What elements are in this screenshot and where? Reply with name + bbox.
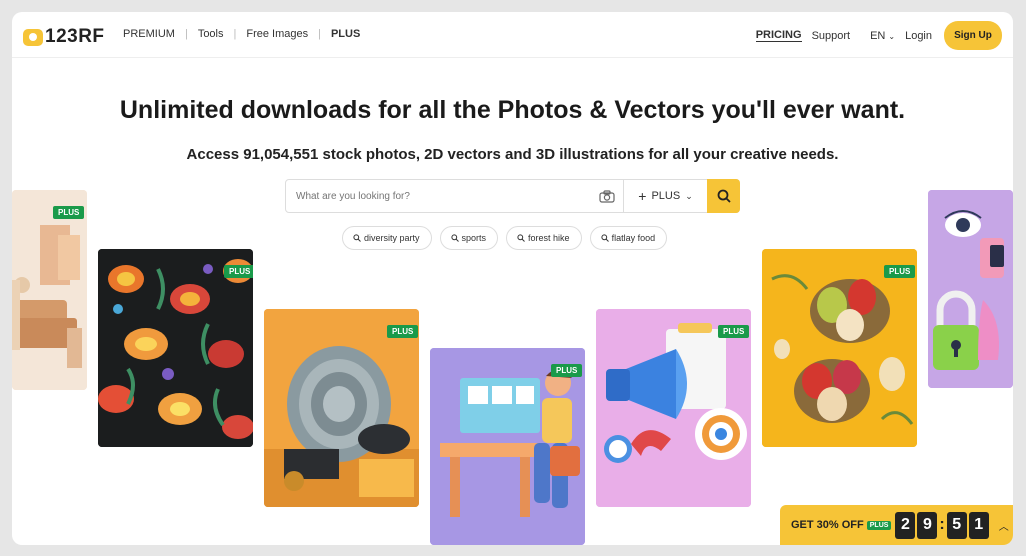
plus-badge: PLUS: [387, 325, 419, 338]
suggestion-chip[interactable]: forest hike: [506, 226, 582, 250]
search-suggestions: diversity party sports forest hike flatl…: [342, 226, 675, 250]
plus-badge: PLUS: [551, 364, 583, 377]
countdown-digit: 9: [917, 511, 938, 539]
card-image: [12, 190, 87, 390]
search-icon: [353, 234, 361, 242]
promo-banner[interactable]: GET 30% OFF PLUS 2 9 : 5 1 ︿: [780, 505, 1013, 545]
search-bar: + PLUS ⌄: [285, 179, 740, 213]
browser-viewport: 123RF PREMIUM | Tools | Free Images | PL…: [12, 12, 1013, 545]
plus-badge: PLUS: [718, 325, 750, 338]
main-nav: PREMIUM | Tools | Free Images | PLUS: [123, 28, 360, 40]
logo-text: 123RF: [45, 26, 105, 47]
language-selector[interactable]: EN ⌄: [860, 30, 895, 42]
plus-badge: PLUS: [224, 265, 253, 278]
chevron-down-icon: ⌄: [888, 31, 896, 41]
image-card[interactable]: PLUS: [596, 309, 751, 507]
search-icon: [717, 189, 731, 203]
image-card[interactable]: [928, 190, 1013, 388]
card-image: [98, 249, 253, 447]
image-card[interactable]: PLUS: [98, 249, 253, 447]
nav-premium[interactable]: PREMIUM: [123, 28, 175, 40]
support-link[interactable]: Support: [812, 30, 851, 42]
card-image: [264, 309, 419, 507]
card-image: [928, 190, 1013, 388]
suggestion-label: flatlay food: [611, 233, 656, 243]
image-card[interactable]: PLUS: [762, 249, 917, 447]
search-icon: [517, 234, 525, 242]
search-scope-dropdown[interactable]: + PLUS ⌄: [623, 180, 707, 212]
plus-badge: PLUS: [884, 265, 916, 278]
suggestion-chip[interactable]: diversity party: [342, 226, 432, 250]
plus-sign-icon: +: [638, 188, 647, 204]
card-image: [430, 348, 585, 545]
image-card[interactable]: PLUS: [12, 190, 87, 390]
image-card[interactable]: PLUS: [264, 309, 419, 507]
nav-plus[interactable]: PLUS: [331, 28, 360, 40]
hero-subheadline: Access 91,054,551 stock photos, 2D vecto…: [186, 146, 839, 163]
signup-button[interactable]: Sign Up: [944, 21, 1002, 50]
countdown-digit: 5: [946, 511, 967, 539]
suggestion-label: forest hike: [528, 233, 570, 243]
chevron-down-icon: ⌄: [685, 190, 693, 201]
pricing-link[interactable]: PRICING: [755, 29, 802, 42]
site-logo[interactable]: 123RF: [23, 26, 105, 48]
login-link[interactable]: Login: [905, 30, 932, 42]
card-image: [762, 249, 917, 447]
image-card[interactable]: PLUS: [430, 348, 585, 545]
suggestion-chip[interactable]: sports: [439, 226, 499, 250]
chevron-up-icon[interactable]: ︿: [999, 518, 1009, 533]
hero-headline: Unlimited downloads for all the Photos &…: [119, 96, 906, 124]
camera-icon[interactable]: [591, 180, 623, 212]
countdown-digit: 1: [968, 511, 989, 539]
header-actions: PRICING Support EN ⌄ Login Sign Up: [746, 21, 1002, 50]
promo-text: GET 30% OFF: [791, 519, 864, 531]
nav-divider: |: [318, 28, 321, 40]
plus-badge: PLUS: [53, 206, 85, 219]
suggestion-label: sports: [461, 233, 487, 243]
suggestion-label: diversity party: [364, 233, 420, 243]
card-image: [596, 309, 751, 507]
nav-divider: |: [184, 28, 188, 40]
countdown-digit: 2: [895, 511, 916, 539]
nav-free-images[interactable]: Free Images: [246, 28, 308, 40]
search-scope-label: PLUS: [651, 190, 681, 202]
promo-plus-badge: PLUS: [866, 520, 892, 530]
nav-tools[interactable]: Tools: [198, 28, 224, 40]
search-icon: [450, 234, 459, 242]
top-header: 123RF PREMIUM | Tools | Free Images | PL…: [12, 12, 1013, 58]
nav-divider: |: [233, 28, 237, 40]
suggestion-chip[interactable]: flatlay food: [589, 226, 668, 250]
search-button[interactable]: [707, 179, 740, 213]
promo-countdown: 2 9 : 5 1: [895, 511, 989, 539]
language-label: EN: [870, 29, 886, 42]
search-input[interactable]: [286, 180, 591, 212]
countdown-separator: :: [939, 516, 945, 533]
logo-icon: [23, 28, 43, 46]
search-icon: [600, 234, 609, 242]
